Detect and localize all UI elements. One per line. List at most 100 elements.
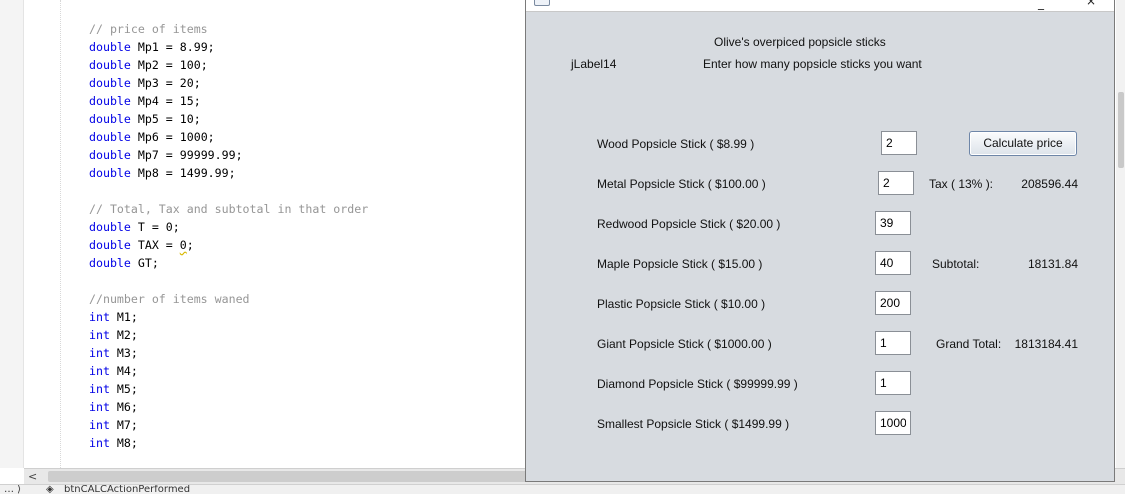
vscroll-thumb[interactable] bbox=[1118, 92, 1124, 168]
item-label-diamond: Diamond Popsicle Stick ( $99999.99 ) bbox=[597, 377, 798, 391]
vertical-scrollbar[interactable] bbox=[1116, 0, 1125, 468]
code-area[interactable]: // price of items double Mp1 = 8.99; doubl… bbox=[89, 20, 368, 452]
code-keyword: int bbox=[89, 310, 110, 324]
code-line: double Mp2 = 100; bbox=[89, 56, 368, 74]
code-line: double T = 0; bbox=[89, 218, 368, 236]
scrollbar-thumb[interactable] bbox=[48, 471, 548, 482]
code-text: Mp7 = 99999.99; bbox=[130, 148, 243, 162]
item-label-wood: Wood Popsicle Stick ( $8.99 ) bbox=[597, 137, 755, 151]
code-keyword: int bbox=[89, 436, 110, 450]
method-icon: ◈ bbox=[46, 484, 54, 494]
subtotal-label: Subtotal: bbox=[932, 257, 980, 271]
code-text: GT; bbox=[130, 256, 159, 270]
code-text: Mp4 = 15; bbox=[130, 94, 201, 108]
code-line: // price of items bbox=[89, 20, 368, 38]
tax-value: 208596.44 bbox=[1021, 177, 1078, 191]
code-line: double Mp7 = 99999.99; bbox=[89, 146, 368, 164]
navigator-method[interactable]: btnCALCActionPerformed bbox=[64, 485, 190, 494]
code-text: TAX = bbox=[130, 238, 180, 252]
qty-input-diamond[interactable] bbox=[875, 371, 911, 395]
code-line: int M1; bbox=[89, 308, 368, 326]
code-line: int M4; bbox=[89, 362, 368, 380]
tax-label: Tax ( 13% ): bbox=[929, 177, 994, 191]
item-label-giant: Giant Popsicle Stick ( $1000.00 ) bbox=[597, 337, 772, 351]
code-keyword: int bbox=[89, 400, 110, 414]
fold-margin bbox=[60, 0, 61, 468]
qty-input-wood[interactable] bbox=[881, 131, 917, 155]
code-keyword: int bbox=[89, 346, 110, 360]
title-bar[interactable]: _ × bbox=[526, 0, 1114, 12]
code-text: Mp5 = 10; bbox=[130, 112, 201, 126]
code-keyword: int bbox=[89, 328, 110, 342]
code-line: int M2; bbox=[89, 326, 368, 344]
code-keyword: double bbox=[89, 40, 131, 54]
code-line: int M6; bbox=[89, 398, 368, 416]
popsicle-app-window: _ × Olive's overpiced popsicle sticks jL… bbox=[525, 0, 1115, 482]
code-line: int M5; bbox=[89, 380, 368, 398]
app-icon bbox=[534, 0, 550, 6]
item-label-plastic: Plastic Popsicle Stick ( $10.00 ) bbox=[597, 297, 766, 311]
code-text: M3; bbox=[109, 346, 138, 360]
code-text: Mp3 = 20; bbox=[130, 76, 201, 90]
code-keyword: double bbox=[89, 166, 131, 180]
code-keyword: int bbox=[89, 418, 110, 432]
instruction-label: Enter how many popsicle sticks you want bbox=[703, 57, 922, 71]
item-label-maple: Maple Popsicle Stick ( $15.00 ) bbox=[597, 257, 763, 271]
code-line: //number of items waned bbox=[89, 290, 368, 308]
minimize-icon[interactable]: _ bbox=[1038, 0, 1044, 10]
qty-input-smallest[interactable] bbox=[875, 411, 911, 435]
code-keyword: int bbox=[89, 364, 110, 378]
code-text: M2; bbox=[109, 328, 138, 342]
scroll-left-icon[interactable]: < bbox=[28, 470, 37, 483]
code-line: double Mp3 = 20; bbox=[89, 74, 368, 92]
close-icon[interactable]: × bbox=[1086, 0, 1096, 8]
code-line: double Mp4 = 15; bbox=[89, 92, 368, 110]
code-text: Mp8 = 1499.99; bbox=[130, 166, 236, 180]
qty-input-maple[interactable] bbox=[875, 251, 911, 275]
code-text: T = 0; bbox=[130, 220, 180, 234]
code-comment: //number of items waned bbox=[89, 292, 250, 306]
qty-input-giant[interactable] bbox=[875, 331, 911, 355]
code-keyword: double bbox=[89, 94, 131, 108]
editor-gutter bbox=[0, 0, 24, 468]
subtotal-value: 18131.84 bbox=[1027, 257, 1078, 271]
code-keyword: double bbox=[89, 112, 131, 126]
code-keyword: double bbox=[89, 76, 131, 90]
code-comment: // Total, Tax and subtotal in that order bbox=[89, 202, 369, 216]
qty-input-redwood[interactable] bbox=[875, 211, 911, 235]
code-line: double Mp1 = 8.99; bbox=[89, 38, 368, 56]
code-line: int M7; bbox=[89, 416, 368, 434]
code-text: Mp1 = 8.99; bbox=[130, 40, 215, 54]
code-text: Mp2 = 100; bbox=[130, 58, 208, 72]
grand-total-value: 1813184.41 bbox=[1014, 337, 1078, 351]
code-line: double TAX = 0; bbox=[89, 236, 368, 254]
code-keyword: double bbox=[89, 238, 131, 252]
code-keyword: double bbox=[89, 58, 131, 72]
item-label-redwood: Redwood Popsicle Stick ( $20.00 ) bbox=[597, 217, 781, 231]
code-keyword: double bbox=[89, 148, 131, 162]
code-text: M7; bbox=[109, 418, 138, 432]
code-text: M8; bbox=[109, 436, 138, 450]
code-text: Mp6 = 1000; bbox=[130, 130, 215, 144]
item-label-smallest: Smallest Popsicle Stick ( $1499.99 ) bbox=[597, 417, 790, 431]
code-line: double Mp8 = 1499.99; bbox=[89, 164, 368, 182]
code-keyword: double bbox=[89, 130, 131, 144]
qty-input-metal[interactable] bbox=[878, 171, 914, 195]
code-keyword: double bbox=[89, 256, 131, 270]
code-line: int M8; bbox=[89, 434, 368, 452]
code-line: double GT; bbox=[89, 254, 368, 272]
navigator-separator: … ⟩ bbox=[4, 484, 22, 494]
code-line: int M3; bbox=[89, 344, 368, 362]
code-line: double Mp5 = 10; bbox=[89, 110, 368, 128]
code-text: M5; bbox=[109, 382, 138, 396]
code-text: M4; bbox=[109, 364, 138, 378]
calculate-price-button[interactable]: Calculate price bbox=[969, 131, 1077, 156]
page-title: Olive's overpiced popsicle sticks bbox=[714, 35, 886, 49]
qty-input-plastic[interactable] bbox=[875, 291, 911, 315]
code-keyword: double bbox=[89, 220, 131, 234]
item-label-metal: Metal Popsicle Stick ( $100.00 ) bbox=[597, 177, 766, 191]
code-text: M1; bbox=[109, 310, 138, 324]
code-warning-token: 0 bbox=[179, 238, 187, 252]
code-comment: // price of items bbox=[89, 22, 208, 36]
